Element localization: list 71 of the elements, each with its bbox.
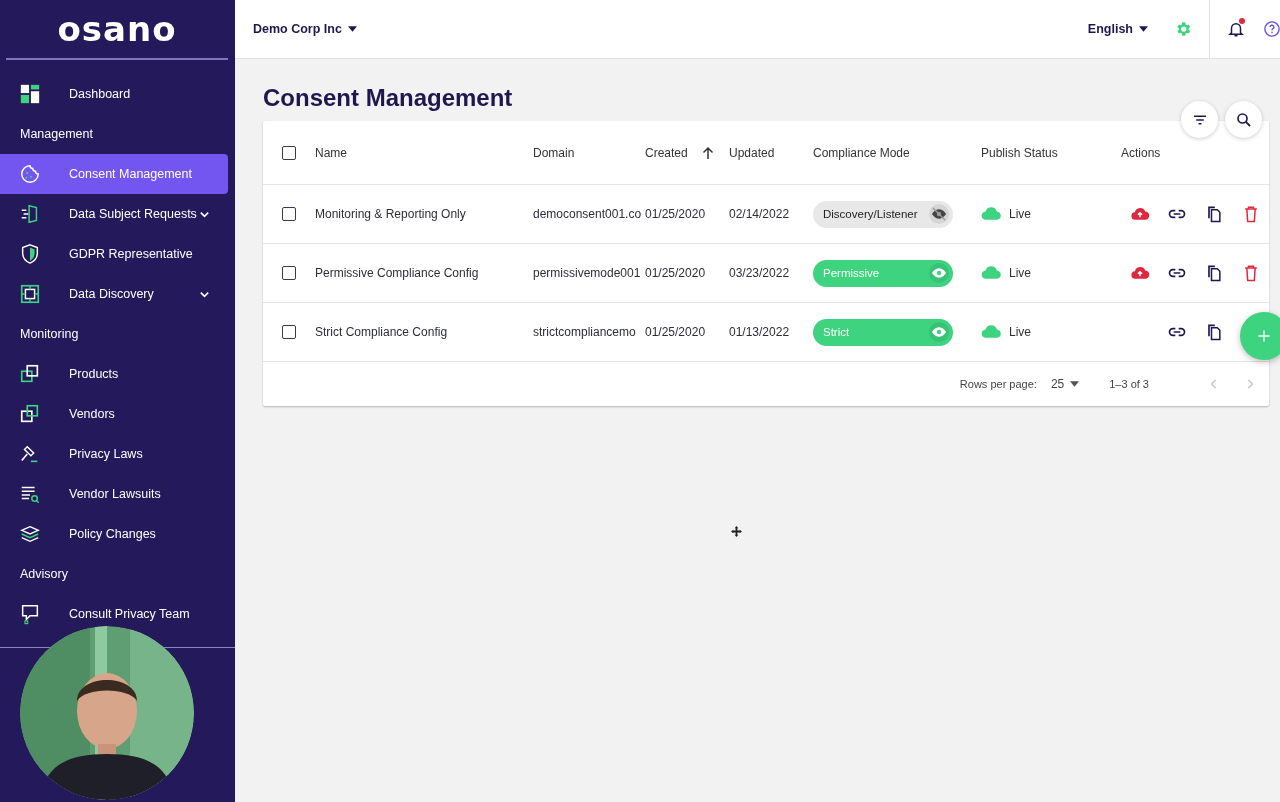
table-cell-text: 01/25/2020: [645, 207, 707, 221]
table-cell-text: 01/25/2020: [645, 325, 707, 339]
caret-icon[interactable]: [1139, 26, 1148, 32]
shield-icon: [19, 243, 41, 265]
caret-icon[interactable]: [1070, 381, 1080, 387]
organization-dropdown[interactable]: Demo Corp Inc: [253, 22, 357, 36]
sidebar-item[interactable]: GDPR Representative: [0, 234, 228, 274]
compliance-mode-chip[interactable]: Discovery/Listener: [813, 200, 953, 228]
table-cell-text: 01/25/2020: [645, 266, 707, 280]
row-checkbox[interactable]: [282, 325, 296, 339]
cloud-icon: [981, 266, 1001, 280]
cloud-icon: [981, 325, 1001, 339]
sidebar-item[interactable]: Vendors: [0, 394, 228, 434]
select-all-checkbox[interactable]: [282, 145, 296, 160]
column-header[interactable]: Domain: [533, 145, 575, 160]
rows-per-page-label: Rows per page:: [959, 378, 1037, 390]
page-title: Consent Management: [263, 83, 513, 113]
notification-bell-icon[interactable]: [1227, 20, 1245, 38]
search-icon: [1234, 110, 1253, 129]
table-cell-text: Monitoring & Reporting Only: [315, 207, 467, 221]
caret-icon[interactable]: [347, 26, 357, 32]
column-header[interactable]: Name: [315, 145, 347, 160]
page-range: 1–3 of 3: [1109, 378, 1149, 390]
squares-icon: [19, 363, 41, 385]
table-cell-text: 03/23/2022: [729, 266, 791, 280]
table-cell-text: Permissive Compliance Config: [315, 266, 480, 280]
logo[interactable]: osano: [57, 9, 177, 49]
sidebar-item[interactable]: Consult Privacy Team: [0, 594, 228, 634]
rows-per-page-select[interactable]: 25: [1050, 377, 1080, 391]
publish-status: Live: [1009, 207, 1031, 221]
table-cell-text: permissivemode001: [533, 266, 642, 280]
row-checkbox[interactable]: [282, 207, 296, 221]
section-heading: Monitoring: [19, 326, 80, 343]
plus-icon: [1256, 328, 1272, 344]
sidebar-item[interactable]: Vendor Lawsuits: [0, 474, 228, 514]
row-checkbox[interactable]: [282, 266, 296, 280]
arrow-up-icon[interactable]: [701, 145, 714, 160]
grid-icon: [19, 83, 41, 105]
table-cell-text: strictcompliancemo: [533, 325, 637, 339]
column-header[interactable]: Actions: [1121, 145, 1161, 160]
cloud-icon: [981, 207, 1001, 221]
layers-icon: [19, 523, 41, 545]
publish-status: Live: [1009, 325, 1031, 339]
sidebar-item[interactable]: Consent Management: [0, 154, 228, 194]
section-heading: Advisory: [19, 566, 69, 583]
squares-icon: [19, 403, 41, 425]
table-cell-text: 01/13/2022: [729, 325, 791, 339]
sidebar-item[interactable]: Data Discovery: [0, 274, 228, 314]
sidebar-item[interactable]: Privacy Laws: [0, 434, 228, 474]
sidebar-item[interactable]: Data Subject Requests: [0, 194, 228, 234]
column-header[interactable]: Publish Status: [981, 145, 1058, 160]
table-cell-text: 02/14/2022: [729, 207, 791, 221]
column-header[interactable]: Created: [645, 145, 688, 160]
sidebar-item[interactable]: Products: [0, 354, 228, 394]
table-cell-text: democonsent001.co: [533, 207, 643, 221]
column-header[interactable]: Updated: [729, 145, 775, 160]
column-header[interactable]: Compliance Mode: [813, 145, 910, 160]
table-cell-text: Strict Compliance Config: [315, 325, 449, 339]
publish-status: Live: [1009, 266, 1031, 280]
eye-off-icon: [929, 204, 949, 224]
help-icon[interactable]: [1263, 20, 1280, 38]
eye-icon: [929, 322, 949, 342]
frame-icon: [19, 283, 41, 305]
language-dropdown[interactable]: English: [1087, 22, 1148, 36]
cookie-icon: [19, 163, 41, 185]
section-heading: Management: [19, 126, 94, 143]
sidebar-item[interactable]: Policy Changes: [0, 514, 228, 554]
sidebar-item[interactable]: Dashboard: [0, 74, 228, 114]
eye-icon: [929, 263, 949, 283]
speech-bubble-icon: [19, 603, 41, 625]
move-cursor-icon: [731, 526, 742, 537]
